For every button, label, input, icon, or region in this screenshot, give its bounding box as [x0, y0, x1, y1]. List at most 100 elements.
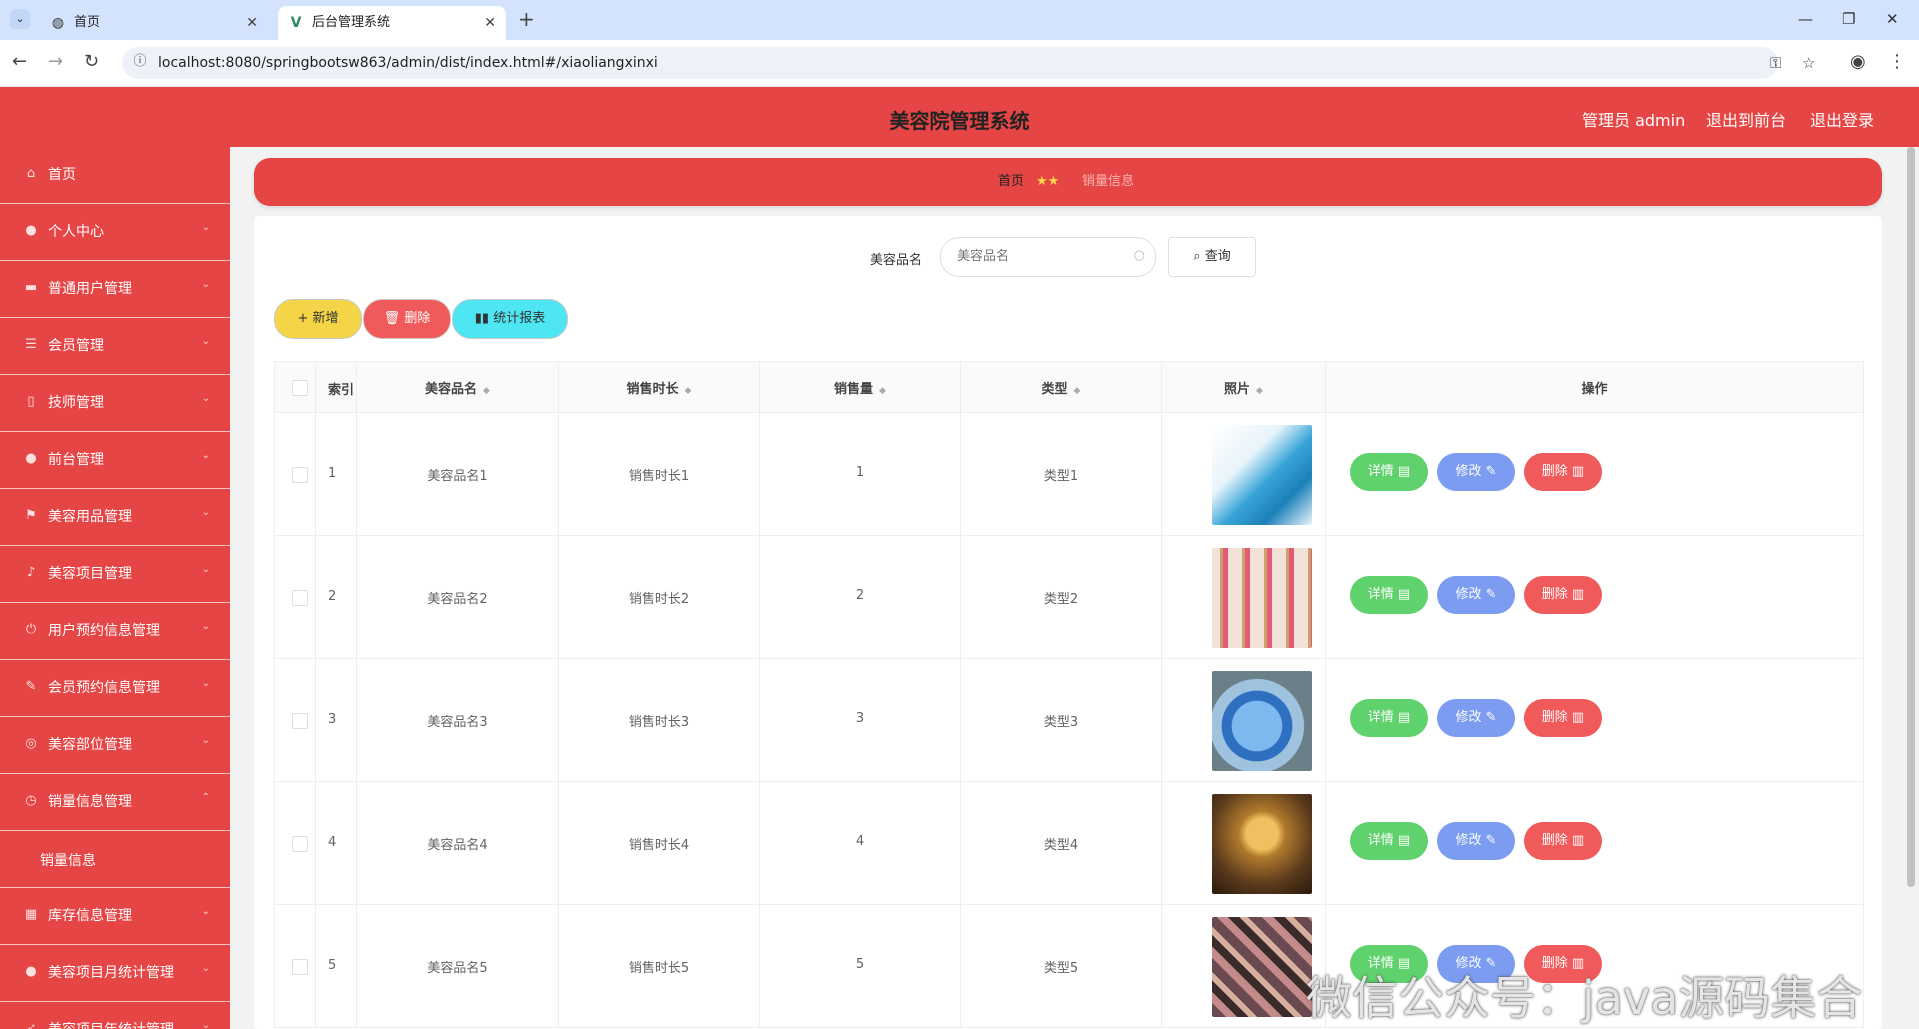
new-tab-button[interactable]: +: [518, 8, 535, 30]
select-all-checkbox[interactable]: [292, 380, 308, 396]
sidebar-item-supplies[interactable]: ⚑ 美容用品管理 ⌄: [0, 489, 230, 546]
row-checkbox[interactable]: [292, 590, 308, 606]
chevron-down-icon: ⌄: [201, 1020, 210, 1029]
logout-link[interactable]: 退出登录: [1810, 107, 1874, 131]
grid-icon: ▦: [24, 907, 38, 922]
sidebar-item-monthly-stats[interactable]: ● 美容项目月统计管理 ⌄: [0, 945, 230, 1002]
restore-icon[interactable]: ❐: [1842, 8, 1855, 30]
bookmark-star-icon[interactable]: ☆: [1802, 52, 1815, 74]
back-icon[interactable]: ←: [12, 51, 27, 73]
delete-label: 删除: [1541, 710, 1568, 725]
sidebar-item-member-appointments[interactable]: ✎ 会员预约信息管理 ⌄: [0, 660, 230, 717]
add-button[interactable]: + 新增: [274, 299, 362, 339]
sort-icon[interactable]: ◆: [1256, 386, 1263, 396]
tab-search-dropdown[interactable]: ⌄: [10, 9, 30, 29]
row-checkbox[interactable]: [292, 836, 308, 852]
address-bar-row: ← → ↻ ⓘ localhost:8080/springbootsw863/a…: [0, 40, 1919, 87]
edit-button[interactable]: 修改 ✎: [1437, 699, 1515, 737]
sidebar-item-body-parts[interactable]: ◎ 美容部位管理 ⌄: [0, 717, 230, 774]
sidebar-item-label: 美容项目月统计管理: [48, 965, 174, 981]
browser-tab-home[interactable]: ◍ 首页 ✕: [40, 6, 268, 40]
query-button[interactable]: ⌕ 查询: [1168, 237, 1256, 277]
sort-icon[interactable]: ◆: [879, 386, 886, 396]
sidebar-item-front-desk[interactable]: ● 前台管理 ⌄: [0, 432, 230, 489]
sort-icon[interactable]: ◆: [483, 386, 490, 396]
trash-icon: 🗑: [383, 311, 405, 326]
close-window-icon[interactable]: ✕: [1886, 8, 1899, 30]
delete-button[interactable]: 删除 ▥: [1524, 453, 1602, 491]
header-photo[interactable]: 照片: [1224, 382, 1250, 397]
sidebar-item-projects[interactable]: ♪ 美容项目管理 ⌄: [0, 546, 230, 603]
search-input-wrap[interactable]: ○: [940, 237, 1156, 277]
password-key-icon[interactable]: ⚿: [1770, 52, 1781, 74]
menu-kebab-icon[interactable]: ⋮: [1888, 51, 1906, 73]
chevron-down-icon: ⌄: [201, 621, 210, 632]
sidebar-item-members[interactable]: ☰ 会员管理 ⌄: [0, 318, 230, 375]
header-index: 索引: [328, 383, 355, 398]
cream-jar-image[interactable]: [1212, 671, 1312, 771]
search-input[interactable]: [955, 248, 1129, 265]
sidebar-item-home[interactable]: ⌂ 首页: [0, 147, 230, 204]
lipsticks-image[interactable]: [1212, 548, 1312, 648]
chevron-down-icon: ⌄: [201, 963, 210, 974]
close-icon[interactable]: ✕: [484, 13, 496, 33]
edit-button[interactable]: 修改 ✎: [1437, 453, 1515, 491]
search-label: 美容品名: [870, 253, 923, 268]
sidebar-item-label: 用户预约信息管理: [48, 623, 160, 639]
sort-icon[interactable]: ◆: [1074, 386, 1081, 396]
row-checkbox[interactable]: [292, 713, 308, 729]
breadcrumb-home[interactable]: 首页: [998, 173, 1024, 191]
sidebar-item-users[interactable]: ▬ 普通用户管理 ⌄: [0, 261, 230, 318]
sidebar-item-sales[interactable]: ◷ 销量信息管理 ⌃: [0, 774, 230, 831]
chevron-down-icon: ⌄: [201, 450, 210, 461]
edit-label: 修改: [1455, 587, 1482, 602]
minimize-icon[interactable]: —: [1798, 8, 1813, 30]
header-name[interactable]: 美容品名: [425, 382, 477, 397]
makeup-palette-image[interactable]: [1212, 917, 1312, 1017]
detail-button[interactable]: 详情 ▤: [1350, 453, 1428, 491]
sidebar-subitem-sales-info[interactable]: 销量信息: [0, 831, 230, 888]
perfume-ad-image[interactable]: [1212, 794, 1312, 894]
report-button[interactable]: ▮▮ 统计报表: [452, 299, 568, 339]
chevron-down-icon: ⌄: [201, 336, 210, 347]
edit-button[interactable]: 修改 ✎: [1437, 822, 1515, 860]
header-volume[interactable]: 销售量: [834, 382, 873, 397]
delete-button[interactable]: 删除 ▥: [1524, 576, 1602, 614]
skincare-bottles-image[interactable]: [1212, 425, 1312, 525]
sidebar-item-user-appointments[interactable]: ⏻ 用户预约信息管理 ⌄: [0, 603, 230, 660]
page-scrollbar[interactable]: [1907, 147, 1915, 887]
header-duration[interactable]: 销售时长: [627, 382, 679, 397]
detail-button[interactable]: 详情 ▤: [1350, 576, 1428, 614]
row-checkbox[interactable]: [292, 467, 308, 483]
close-icon[interactable]: ✕: [246, 13, 258, 33]
delete-button[interactable]: 删除 ▥: [1524, 699, 1602, 737]
cell-type: 类型5: [1043, 961, 1079, 976]
sidebar-item-yearly-stats[interactable]: ➶ 美容项目年统计管理 ⌄: [0, 1002, 230, 1029]
reload-icon[interactable]: ↻: [84, 51, 99, 73]
clock-icon: ◷: [25, 793, 37, 808]
row-checkbox[interactable]: [292, 959, 308, 975]
header-type[interactable]: 类型: [1042, 382, 1068, 397]
forward-icon[interactable]: →: [48, 51, 63, 73]
sidebar-item-inventory[interactable]: ▦ 库存信息管理 ⌄: [0, 888, 230, 945]
sidebar-item-technicians[interactable]: ▯ 技师管理 ⌄: [0, 375, 230, 432]
sidebar-item-profile[interactable]: ● 个人中心 ⌄: [0, 204, 230, 261]
delete-button[interactable]: 删除 ▥: [1524, 822, 1602, 860]
cell-type: 类型4: [1043, 838, 1079, 853]
document-icon: ▤: [1397, 587, 1411, 602]
detail-button[interactable]: 详情 ▤: [1350, 822, 1428, 860]
browser-tab-admin[interactable]: V 后台管理系统 ✕: [278, 6, 506, 40]
site-info-icon[interactable]: ⓘ: [132, 54, 148, 70]
edit-button[interactable]: 修改 ✎: [1437, 576, 1515, 614]
detail-button[interactable]: 详情 ▤: [1350, 699, 1428, 737]
url-field[interactable]: ⓘ localhost:8080/springbootsw863/admin/d…: [122, 47, 1815, 79]
exit-to-front-link[interactable]: 退出到前台: [1706, 107, 1786, 131]
rocket-icon: ➶: [25, 1021, 37, 1029]
table-row: 2 美容品名2 销售时长2 2 类型2 详情 ▤ 修改 ✎ 删除 ▥: [275, 536, 1863, 659]
batch-delete-button[interactable]: 🗑 删除: [363, 299, 451, 339]
vue-logo-icon: V: [290, 15, 302, 31]
cell-volume: 3: [855, 711, 865, 726]
sort-icon[interactable]: ◆: [685, 386, 692, 396]
profile-icon[interactable]: ◉: [1850, 51, 1866, 73]
star-separator-icon: ★★: [1036, 174, 1060, 189]
